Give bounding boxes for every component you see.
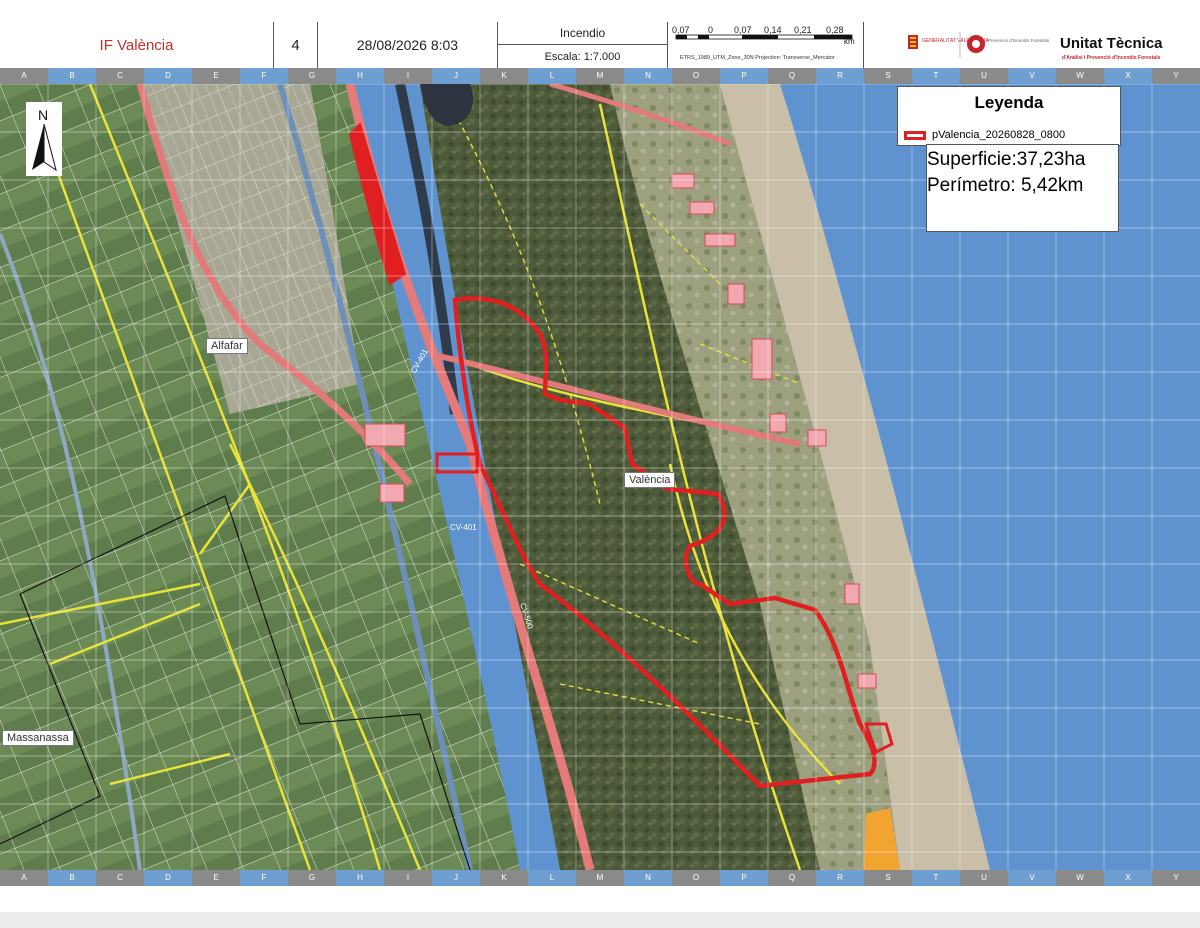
grid-column-l: L bbox=[528, 68, 576, 84]
unit-name: Unitat Tècnica bbox=[1060, 35, 1163, 52]
grid-column-x: X bbox=[1104, 870, 1152, 886]
grid-column-f: F bbox=[240, 68, 288, 84]
grid-column-y: Y bbox=[1152, 870, 1200, 886]
logos-cell: GENERALITAT VALENCIANA Prevenció d'Incen… bbox=[864, 22, 1200, 68]
grid-column-k: K bbox=[480, 68, 528, 84]
grid-column-h: H bbox=[336, 870, 384, 886]
grid-column-p: P bbox=[720, 68, 768, 84]
grid-column-g: G bbox=[288, 870, 336, 886]
footer-strip bbox=[0, 912, 1200, 928]
grid-column-s: S bbox=[864, 68, 912, 84]
legend-box: Leyenda pValencia_20260828_0800 bbox=[897, 86, 1121, 146]
grid-column-j: J bbox=[432, 68, 480, 84]
grid-column-n: N bbox=[624, 68, 672, 84]
grid-column-a: A bbox=[0, 870, 48, 886]
legend-title: Leyenda bbox=[974, 93, 1044, 112]
grid-columns-top: ABCDEFGHIJKLMNOPQRSTUVWXY bbox=[0, 68, 1200, 84]
grid-column-w: W bbox=[1056, 870, 1104, 886]
grid-column-v: V bbox=[1008, 68, 1056, 84]
scalebar-tick-4: 0,21 bbox=[794, 25, 812, 35]
grid-columns-bottom: ABCDEFGHIJKLMNOPQRSTUVWXY bbox=[0, 870, 1200, 886]
agency-logo-text: Prevenció d'Incendis Forestals bbox=[988, 38, 1050, 43]
grid-column-q: Q bbox=[768, 68, 816, 84]
grid-column-d: D bbox=[144, 68, 192, 84]
scalebar-unit: km bbox=[844, 37, 855, 46]
perimeter-swatch-icon bbox=[904, 130, 926, 140]
north-arrow: N bbox=[26, 102, 62, 176]
grid-column-k: K bbox=[480, 870, 528, 886]
logos: GENERALITAT VALENCIANA Prevenció d'Incen… bbox=[908, 32, 1163, 61]
place-label-massanassa: Massanassa bbox=[2, 730, 74, 746]
grid-column-t: T bbox=[912, 68, 960, 84]
grid-column-y: Y bbox=[1152, 68, 1200, 84]
grid-column-e: E bbox=[192, 870, 240, 886]
grid-column-d: D bbox=[144, 870, 192, 886]
grid-column-m: M bbox=[576, 68, 624, 84]
grid-column-r: R bbox=[816, 870, 864, 886]
north-label: N bbox=[38, 107, 48, 123]
incident-type: Incendio bbox=[498, 22, 667, 45]
grid-column-n: N bbox=[624, 870, 672, 886]
legend-item: pValencia_20260828_0800 bbox=[904, 129, 1065, 141]
perimeter-text: Perímetro: 5,42km bbox=[927, 175, 1084, 196]
grid-column-l: L bbox=[528, 870, 576, 886]
grid-column-m: M bbox=[576, 870, 624, 886]
grid-column-i: I bbox=[384, 68, 432, 84]
surface-text: Superficie:37,23ha bbox=[927, 149, 1086, 170]
sheet-number: 4 bbox=[274, 22, 318, 68]
grid-column-a: A bbox=[0, 68, 48, 84]
grid-column-u: U bbox=[960, 68, 1008, 84]
grid-column-s: S bbox=[864, 870, 912, 886]
unit-subtitle: d'Anàlisi i Prevenció d'Incendis Foresta… bbox=[1062, 55, 1160, 61]
grid-column-f: F bbox=[240, 870, 288, 886]
map-scale: Escala: 1:7.000 bbox=[544, 50, 621, 63]
projection-text: ETRS_1989_UTM_Zone_30N Projection: Trans… bbox=[680, 55, 835, 61]
grid-column-b: B bbox=[48, 870, 96, 886]
scalebar-bar bbox=[675, 34, 853, 40]
grid-column-j: J bbox=[432, 870, 480, 886]
map-header: IF València 4 28/08/2026 8:03 Incendio E… bbox=[0, 22, 1200, 68]
grid-column-o: O bbox=[672, 68, 720, 84]
map-title: IF València bbox=[0, 22, 274, 68]
grid-column-r: R bbox=[816, 68, 864, 84]
grid-column-e: E bbox=[192, 68, 240, 84]
place-label-alfafar: Alfafar bbox=[206, 338, 248, 354]
grid-column-c: C bbox=[96, 68, 144, 84]
scalebar-cell: 0,07 0 0,07 0,14 0,21 0,28 km ETRS_1989_… bbox=[668, 22, 864, 68]
map-datetime: 28/08/2026 8:03 bbox=[318, 22, 498, 68]
grid-column-b: B bbox=[48, 68, 96, 84]
scalebar-tick-3: 0,14 bbox=[764, 25, 782, 35]
incident-type-cell: Incendio Escala: 1:7.000 bbox=[498, 22, 668, 68]
scalebar-tick-1: 0 bbox=[708, 25, 713, 35]
scalebar: 0,07 0 0,07 0,14 0,21 0,28 km ETRS_1989_… bbox=[672, 25, 855, 61]
gva-logo-icon bbox=[908, 35, 918, 49]
grid-column-q: Q bbox=[768, 870, 816, 886]
grid-column-t: T bbox=[912, 870, 960, 886]
road-label-cv401b: CV-401 bbox=[450, 523, 477, 532]
grid-column-v: V bbox=[1008, 870, 1056, 886]
legend-layer-name: pValencia_20260828_0800 bbox=[932, 129, 1066, 141]
place-label-valencia: València bbox=[624, 472, 676, 488]
grid-column-g: G bbox=[288, 68, 336, 84]
scalebar-tick-2: 0,07 bbox=[734, 25, 752, 35]
stats-box: Superficie:37,23ha Perímetro: 5,42km bbox=[926, 144, 1119, 232]
scalebar-tick-5: 0,28 bbox=[826, 25, 844, 35]
grid-column-x: X bbox=[1104, 68, 1152, 84]
scalebar-tick-0: 0,07 bbox=[672, 25, 690, 35]
grid-column-i: I bbox=[384, 870, 432, 886]
grid-column-h: H bbox=[336, 68, 384, 84]
grid-column-u: U bbox=[960, 870, 1008, 886]
grid-column-c: C bbox=[96, 870, 144, 886]
grid-column-w: W bbox=[1056, 68, 1104, 84]
grid-column-p: P bbox=[720, 870, 768, 886]
grid-column-o: O bbox=[672, 870, 720, 886]
